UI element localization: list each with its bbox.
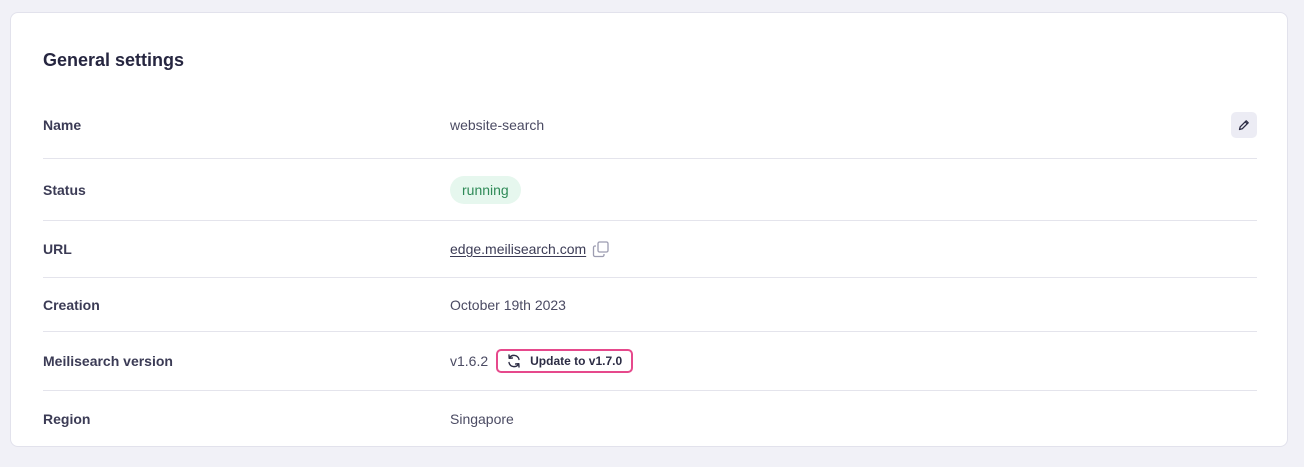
region-label: Region: [43, 411, 91, 427]
status-value-wrap: running: [450, 175, 521, 204]
name-label: Name: [43, 116, 82, 133]
creation-value: October 19th 2023: [450, 296, 566, 313]
settings-row-creation: Creation October 19th 2023: [43, 278, 1257, 332]
general-settings-card: General settings Name website-search Sta…: [10, 12, 1288, 447]
settings-row-region: Region Singapore: [43, 391, 1257, 447]
update-version-button[interactable]: Update to v1.7.0: [496, 349, 634, 373]
version-value: v1.6.2: [450, 353, 489, 369]
settings-row-name: Name website-search: [43, 91, 1257, 159]
settings-list: Name website-search Status running URL e…: [43, 91, 1257, 447]
version-value-wrap: v1.6.2 Update to v1.7.0: [450, 349, 634, 373]
url-label: URL: [43, 241, 72, 257]
pencil-icon: [1238, 119, 1249, 130]
creation-label: Creation: [43, 296, 100, 313]
update-button-label: Update to v1.7.0: [530, 354, 623, 368]
version-label: Meilisearch version: [43, 353, 173, 369]
url-value-wrap: edge.meilisearch.com: [450, 240, 610, 258]
refresh-icon: [506, 353, 522, 369]
settings-row-status: Status running: [43, 159, 1257, 221]
settings-row-version: Meilisearch version v1.6.2 Update to v1.…: [43, 332, 1257, 391]
copy-icon[interactable]: [592, 240, 610, 258]
edit-name-button[interactable]: [1231, 111, 1257, 138]
card-title: General settings: [43, 50, 185, 70]
url-link[interactable]: edge.meilisearch.com: [450, 241, 586, 257]
region-value: Singapore: [450, 411, 514, 427]
settings-row-url: URL edge.meilisearch.com: [43, 221, 1257, 278]
name-value: website-search: [450, 116, 545, 133]
status-label: Status: [43, 181, 86, 198]
status-badge: running: [450, 175, 521, 204]
